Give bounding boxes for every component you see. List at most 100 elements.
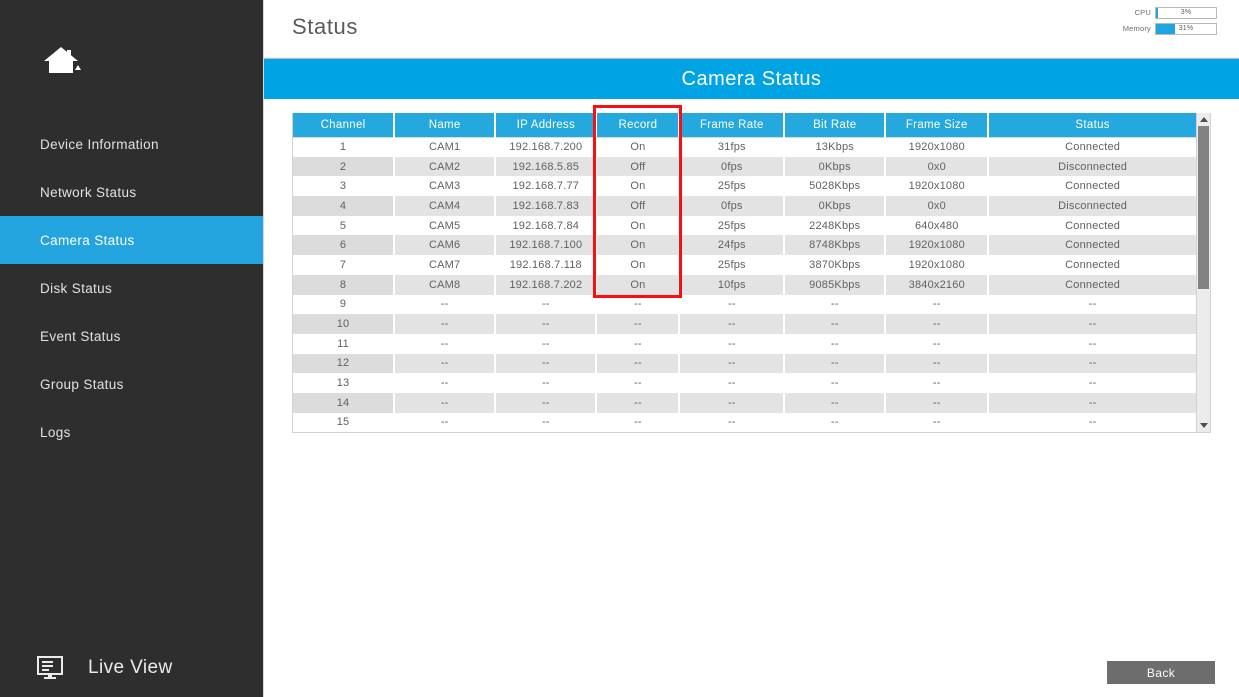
cell-channel: 2 xyxy=(293,156,396,177)
table-row[interactable]: 13 -- -- -- -- -- -- -- xyxy=(293,373,1196,393)
cell-frame-rate: 31fps xyxy=(679,137,786,157)
column-header-channel[interactable]: Channel xyxy=(293,113,396,138)
cell-status: Connected xyxy=(988,274,1196,295)
column-header-record[interactable]: Record xyxy=(596,113,681,138)
cell-name: CAM2 xyxy=(394,156,497,177)
sidebar-item-device-information[interactable]: Device Information xyxy=(0,120,263,168)
cell-name: -- xyxy=(394,353,497,374)
sidebar-item-label: Camera Status xyxy=(40,232,135,248)
table-row[interactable]: 4 CAM4 192.168.7.83 Off 0fps 0Kbps 0x0 Disconne… xyxy=(293,196,1196,216)
cell-record: Off xyxy=(596,156,681,177)
home-logo[interactable] xyxy=(0,0,263,120)
table-row[interactable]: 10 -- -- -- -- -- -- -- xyxy=(293,314,1196,334)
cell-frame-size: 0x0 xyxy=(885,196,990,216)
cell-bit-rate: 0Kbps xyxy=(784,196,887,216)
scroll-down-arrow[interactable] xyxy=(1197,419,1210,433)
table-row[interactable]: 3 CAM3 192.168.7.77 On 25fps 5028Kbps 1920x108… xyxy=(293,176,1196,197)
cell-frame-size: 640x480 xyxy=(885,215,990,236)
cell-status: Disconnected xyxy=(988,156,1196,177)
cell-status: -- xyxy=(988,412,1196,433)
table-row[interactable]: 11 -- -- -- -- -- -- -- xyxy=(293,333,1196,354)
cell-bit-rate: -- xyxy=(784,294,887,315)
sidebar-item-label: Network Status xyxy=(40,184,137,200)
cell-bit-rate: -- xyxy=(784,412,887,433)
sidebar-item-event-status[interactable]: Event Status xyxy=(0,312,263,360)
cell-frame-size: -- xyxy=(885,392,990,413)
cell-record: On xyxy=(596,176,681,197)
cell-channel: 7 xyxy=(293,255,396,275)
table-row[interactable]: 12 -- -- -- -- -- -- -- xyxy=(293,353,1196,374)
cell-channel: 4 xyxy=(293,196,396,216)
cell-frame-rate: 0fps xyxy=(679,196,786,216)
table-row[interactable]: 5 CAM5 192.168.7.84 On 25fps 2248Kbps 640x480 C… xyxy=(293,215,1196,236)
column-header-frame-rate[interactable]: Frame Rate xyxy=(679,113,786,138)
column-header-status[interactable]: Status xyxy=(988,113,1196,138)
cell-status: -- xyxy=(988,373,1196,393)
cell-channel: 8 xyxy=(293,274,396,295)
camera-status-table-area: Channel Name IP Address Record Frame Rate Bit… xyxy=(292,105,1211,434)
table-row[interactable]: 6 CAM6 192.168.7.100 On 24fps 8748Kbps 1920x10… xyxy=(293,235,1196,256)
live-view-button[interactable]: Live View xyxy=(0,639,264,697)
cell-frame-size: 1920x1080 xyxy=(885,255,990,275)
cell-ip-address: 192.168.7.200 xyxy=(495,137,598,157)
camera-status-table: Channel Name IP Address Record Frame Rate Bit… xyxy=(293,113,1196,433)
cell-frame-rate: 10fps xyxy=(679,274,786,295)
column-header-name[interactable]: Name xyxy=(394,113,497,138)
cell-ip-address: 192.168.7.100 xyxy=(495,235,598,256)
cell-bit-rate: -- xyxy=(784,353,887,374)
table-row[interactable]: 1 CAM1 192.168.7.200 On 31fps 13Kbps 1920x1080… xyxy=(293,137,1196,157)
sidebar-item-logs[interactable]: Logs xyxy=(0,408,263,456)
cell-frame-size: -- xyxy=(885,314,990,334)
cell-ip-address: 192.168.5.85 xyxy=(495,156,598,177)
cell-record: -- xyxy=(596,314,681,334)
cell-frame-rate: 25fps xyxy=(679,255,786,275)
sidebar-item-disk-status[interactable]: Disk Status xyxy=(0,264,263,312)
table-row[interactable]: 8 CAM8 192.168.7.202 On 10fps 9085Kbps 3840x21… xyxy=(293,274,1196,295)
memory-meter-track: 31% xyxy=(1155,22,1217,35)
cell-record: -- xyxy=(596,373,681,393)
table-row[interactable]: 2 CAM2 192.168.5.85 Off 0fps 0Kbps 0x0 Disconne… xyxy=(293,156,1196,177)
cell-frame-rate: 25fps xyxy=(679,215,786,236)
cell-frame-size: -- xyxy=(885,333,990,354)
column-header-frame-size[interactable]: Frame Size xyxy=(885,113,990,138)
sidebar-item-camera-status[interactable]: Camera Status xyxy=(0,216,263,264)
table-scrollbar[interactable] xyxy=(1196,113,1210,433)
cell-frame-size: -- xyxy=(885,294,990,315)
column-header-bit-rate[interactable]: Bit Rate xyxy=(784,113,887,138)
cell-record: -- xyxy=(596,412,681,433)
memory-meter: Memory 31% xyxy=(1111,22,1217,35)
sidebar-item-network-status[interactable]: Network Status xyxy=(0,168,263,216)
cell-ip-address: -- xyxy=(495,353,598,374)
cell-frame-size: 1920x1080 xyxy=(885,235,990,256)
table-row[interactable]: 9 -- -- -- -- -- -- -- xyxy=(293,294,1196,315)
scroll-up-arrow[interactable] xyxy=(1197,113,1210,126)
cell-name: -- xyxy=(394,294,497,315)
cell-record: -- xyxy=(596,294,681,315)
cell-status: Connected xyxy=(988,137,1196,157)
table-row[interactable]: 15 -- -- -- -- -- -- -- xyxy=(293,412,1196,433)
table-row[interactable]: 14 -- -- -- -- -- -- -- xyxy=(293,392,1196,413)
cell-bit-rate: 0Kbps xyxy=(784,156,887,177)
back-button[interactable]: Back xyxy=(1107,661,1215,684)
cell-frame-rate: -- xyxy=(679,373,786,393)
cell-channel: 5 xyxy=(293,215,396,236)
sidebar-item-group-status[interactable]: Group Status xyxy=(0,360,263,408)
column-header-ip-address[interactable]: IP Address xyxy=(495,113,598,138)
cell-bit-rate: -- xyxy=(784,314,887,334)
sidebar-nav: Device Information Network Status Camera… xyxy=(0,120,263,456)
scrollbar-thumb[interactable] xyxy=(1198,126,1209,289)
cell-status: Disconnected xyxy=(988,196,1196,216)
table-row[interactable]: 7 CAM7 192.168.7.118 On 25fps 3870Kbps 1920x10… xyxy=(293,255,1196,275)
cell-frame-size: 1920x1080 xyxy=(885,137,990,157)
cell-channel: 10 xyxy=(293,314,396,334)
sidebar-item-label: Disk Status xyxy=(40,280,113,296)
cell-status: -- xyxy=(988,353,1196,374)
cell-status: -- xyxy=(988,392,1196,413)
memory-meter-value: 31% xyxy=(1178,25,1194,32)
cell-channel: 1 xyxy=(293,137,396,157)
cell-record: Off xyxy=(596,196,681,216)
table-wrapper: Channel Name IP Address Record Frame Rate Bit… xyxy=(292,113,1211,434)
cell-frame-rate: 24fps xyxy=(679,235,786,256)
cell-channel: 11 xyxy=(293,333,396,354)
cell-record: -- xyxy=(596,392,681,413)
